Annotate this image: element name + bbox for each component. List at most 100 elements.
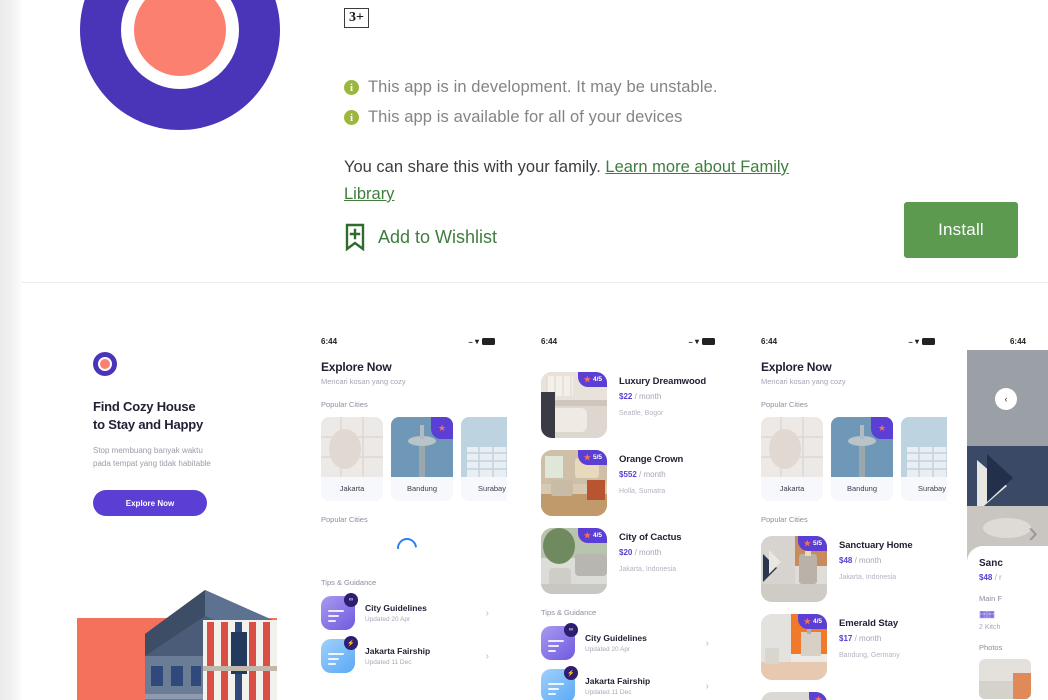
screenshot-explore-loading[interactable]: 6:44 .... ▾ Explore Now Mencari kosan ya…: [307, 330, 507, 700]
screenshot-onboarding[interactable]: Find Cozy House to Stay and Happy Stop m…: [77, 330, 277, 700]
status-time: 6:44: [541, 337, 558, 346]
tip-date: Updated 20 Apr: [585, 646, 631, 653]
status-bar: 6:44 .... ▾: [307, 330, 507, 350]
tips-list[interactable]: ∞ City Guidelines Updated 20 Apr › ⚡ Jak…: [321, 593, 493, 673]
star-icon: ★: [431, 417, 453, 439]
family-share-text: You can share this with your family.: [344, 158, 601, 176]
property-image: ★ 5/5: [541, 450, 607, 516]
add-to-wishlist-button[interactable]: Add to Wishlist: [344, 223, 497, 251]
status-time: 6:44: [761, 337, 778, 346]
battery-icon: [702, 338, 715, 345]
guide-icon: ∞: [321, 593, 358, 630]
property-card[interactable]: ★ 4/5 Luxury Dreamwood $22 / month Seatt…: [541, 372, 713, 438]
status-time: 6:44: [1009, 337, 1026, 346]
city-list[interactable]: Jakarta ★ Bandung Surabay: [761, 417, 947, 501]
screenshot-detail[interactable]: 6:44 ‹ Sanc $48 / r Main F ▦▦ 2 Kitch Ph…: [967, 330, 1048, 700]
city-image: [461, 417, 507, 477]
section-label-popular-cities: Popular Cities: [761, 400, 808, 409]
rating-value: 5/5: [812, 540, 822, 547]
chevron-left-icon: ‹: [1004, 394, 1008, 404]
property-image: ★ 4/5: [761, 614, 827, 680]
city-card-surabaya[interactable]: Surabay: [461, 417, 507, 501]
onboarding-subtitle-line1: Stop membuang banyak waktu: [93, 446, 203, 455]
rating-value: 4/5: [592, 376, 602, 383]
city-list[interactable]: Jakarta ★ Bandung Surabay: [321, 417, 507, 501]
property-name: Luxury Dreamwood: [619, 376, 707, 387]
install-button[interactable]: Install: [904, 202, 1018, 258]
property-price: $20 / month: [619, 548, 681, 557]
bookmark-add-icon: [345, 223, 365, 251]
status-time: 6:44: [321, 337, 338, 346]
amenity-text: 2 Kitch: [979, 624, 1001, 631]
property-image: ★ 4/5: [541, 372, 607, 438]
list-item[interactable]: ⚡ Jakarta Fairship Updated 11 Dec ›: [541, 666, 713, 700]
screenshot-explore-loaded[interactable]: 6:44 .... ▾ Explore Now Mencari kosan ya…: [747, 330, 947, 700]
screenshot-carousel[interactable]: Find Cozy House to Stay and Happy Stop m…: [22, 300, 1048, 700]
city-card-surabaya[interactable]: Surabay: [901, 417, 947, 501]
city-card-jakarta[interactable]: Jakarta: [321, 417, 383, 501]
status-icons: .... ▾: [688, 337, 715, 346]
tip-badge-icon: ⚡: [344, 636, 358, 650]
property-card[interactable]: ★ 5/5 Orange Crown $552 / month Holla, S…: [541, 450, 713, 516]
property-name: Emerald Stay: [839, 618, 898, 629]
property-price: $48 / month: [839, 556, 913, 565]
back-button[interactable]: ‹: [995, 388, 1017, 410]
property-card[interactable]: ★ 5/5 Sanctuary Home $48 / month Jakarta…: [761, 536, 933, 602]
tips-list[interactable]: ∞ City Guidelines Updated 20 Apr › ⚡ Jak…: [541, 623, 713, 700]
city-image: ★: [831, 417, 893, 477]
property-list[interactable]: ★ 5/5 Sanctuary Home $48 / month Jakarta…: [761, 536, 933, 700]
rating-badge: ★ 4/5: [577, 528, 607, 543]
price-period: / month: [634, 548, 662, 557]
tip-title: City Guidelines: [585, 633, 647, 643]
tip-badge-icon: ∞: [344, 593, 358, 607]
star-icon: ★: [583, 453, 591, 462]
signal-icon: ....: [468, 338, 473, 345]
list-item[interactable]: ⚡ Jakarta Fairship Updated 11 Dec ›: [321, 636, 493, 673]
chevron-right-icon: ›: [485, 607, 489, 619]
explore-now-button[interactable]: Explore Now: [93, 490, 207, 516]
property-price: $17 / month: [839, 634, 900, 643]
rating-value: 4/5: [592, 532, 602, 539]
onboarding-subtitle: Stop membuang banyak waktu pada tempat y…: [93, 444, 261, 470]
property-location: Jakarta, Indonesia: [839, 574, 897, 581]
star-icon: ★: [803, 617, 811, 626]
wifi-icon: ▾: [694, 337, 699, 346]
property-name: Sanctuary Home: [839, 540, 913, 551]
property-name: Orange Crown: [619, 454, 684, 465]
section-label-popular-cities-2: Popular Cities: [321, 515, 368, 524]
section-label-photos: Photos: [979, 643, 1003, 652]
content-rating-badge: 3+: [344, 8, 369, 28]
tip-title: City Guidelines: [365, 603, 427, 613]
screen-subheading: Mencari kosan yang cozy: [321, 377, 406, 386]
property-image: ★ 5/5: [761, 536, 827, 602]
wifi-icon: ▾: [914, 337, 919, 346]
city-image: [761, 417, 823, 477]
star-icon: ★: [803, 539, 811, 548]
city-card-bandung[interactable]: ★ Bandung: [831, 417, 893, 501]
chevron-right-icon: ›: [485, 650, 489, 662]
battery-icon: [482, 338, 495, 345]
screenshot-listings[interactable]: 6:44 .... ▾ ★ 4/5 Luxury Dreamwood $22 /…: [527, 330, 727, 700]
city-name: Bandung: [406, 484, 438, 493]
list-item[interactable]: ∞ City Guidelines Updated 20 Apr ›: [321, 593, 493, 630]
property-price: $552 / month: [619, 470, 683, 479]
city-card-jakarta[interactable]: Jakarta: [761, 417, 823, 501]
status-bar: 6:44 .... ▾: [747, 330, 947, 350]
property-card[interactable]: ★ 4/5 Emerald Stay $17 / month Bandung, …: [761, 614, 933, 680]
city-name: Surabay: [918, 484, 946, 493]
tip-badge-icon: ∞: [564, 623, 578, 637]
chevron-right-icon: ›: [1028, 516, 1038, 549]
city-image: ★: [391, 417, 453, 477]
carousel-next-button[interactable]: ›: [1028, 518, 1038, 548]
app-header-section: 3+ i This app is in development. It may …: [22, 0, 1048, 283]
city-card-bandung[interactable]: ★ Bandung: [391, 417, 453, 501]
list-item[interactable]: ∞ City Guidelines Updated 20 Apr ›: [541, 623, 713, 660]
screen-subheading: Mencari kosan yang cozy: [761, 377, 846, 386]
property-card[interactable]: ★ 4/5 City of Cactus $20 / month Jakarta…: [541, 528, 713, 594]
property-card-partial[interactable]: ★: [761, 692, 933, 700]
signal-icon: ....: [908, 338, 913, 345]
section-divider: [22, 282, 1048, 283]
photo-thumbnail[interactable]: [979, 659, 1031, 699]
price-value: $17: [839, 634, 853, 643]
property-list[interactable]: ★ 4/5 Luxury Dreamwood $22 / month Seatt…: [541, 372, 713, 594]
